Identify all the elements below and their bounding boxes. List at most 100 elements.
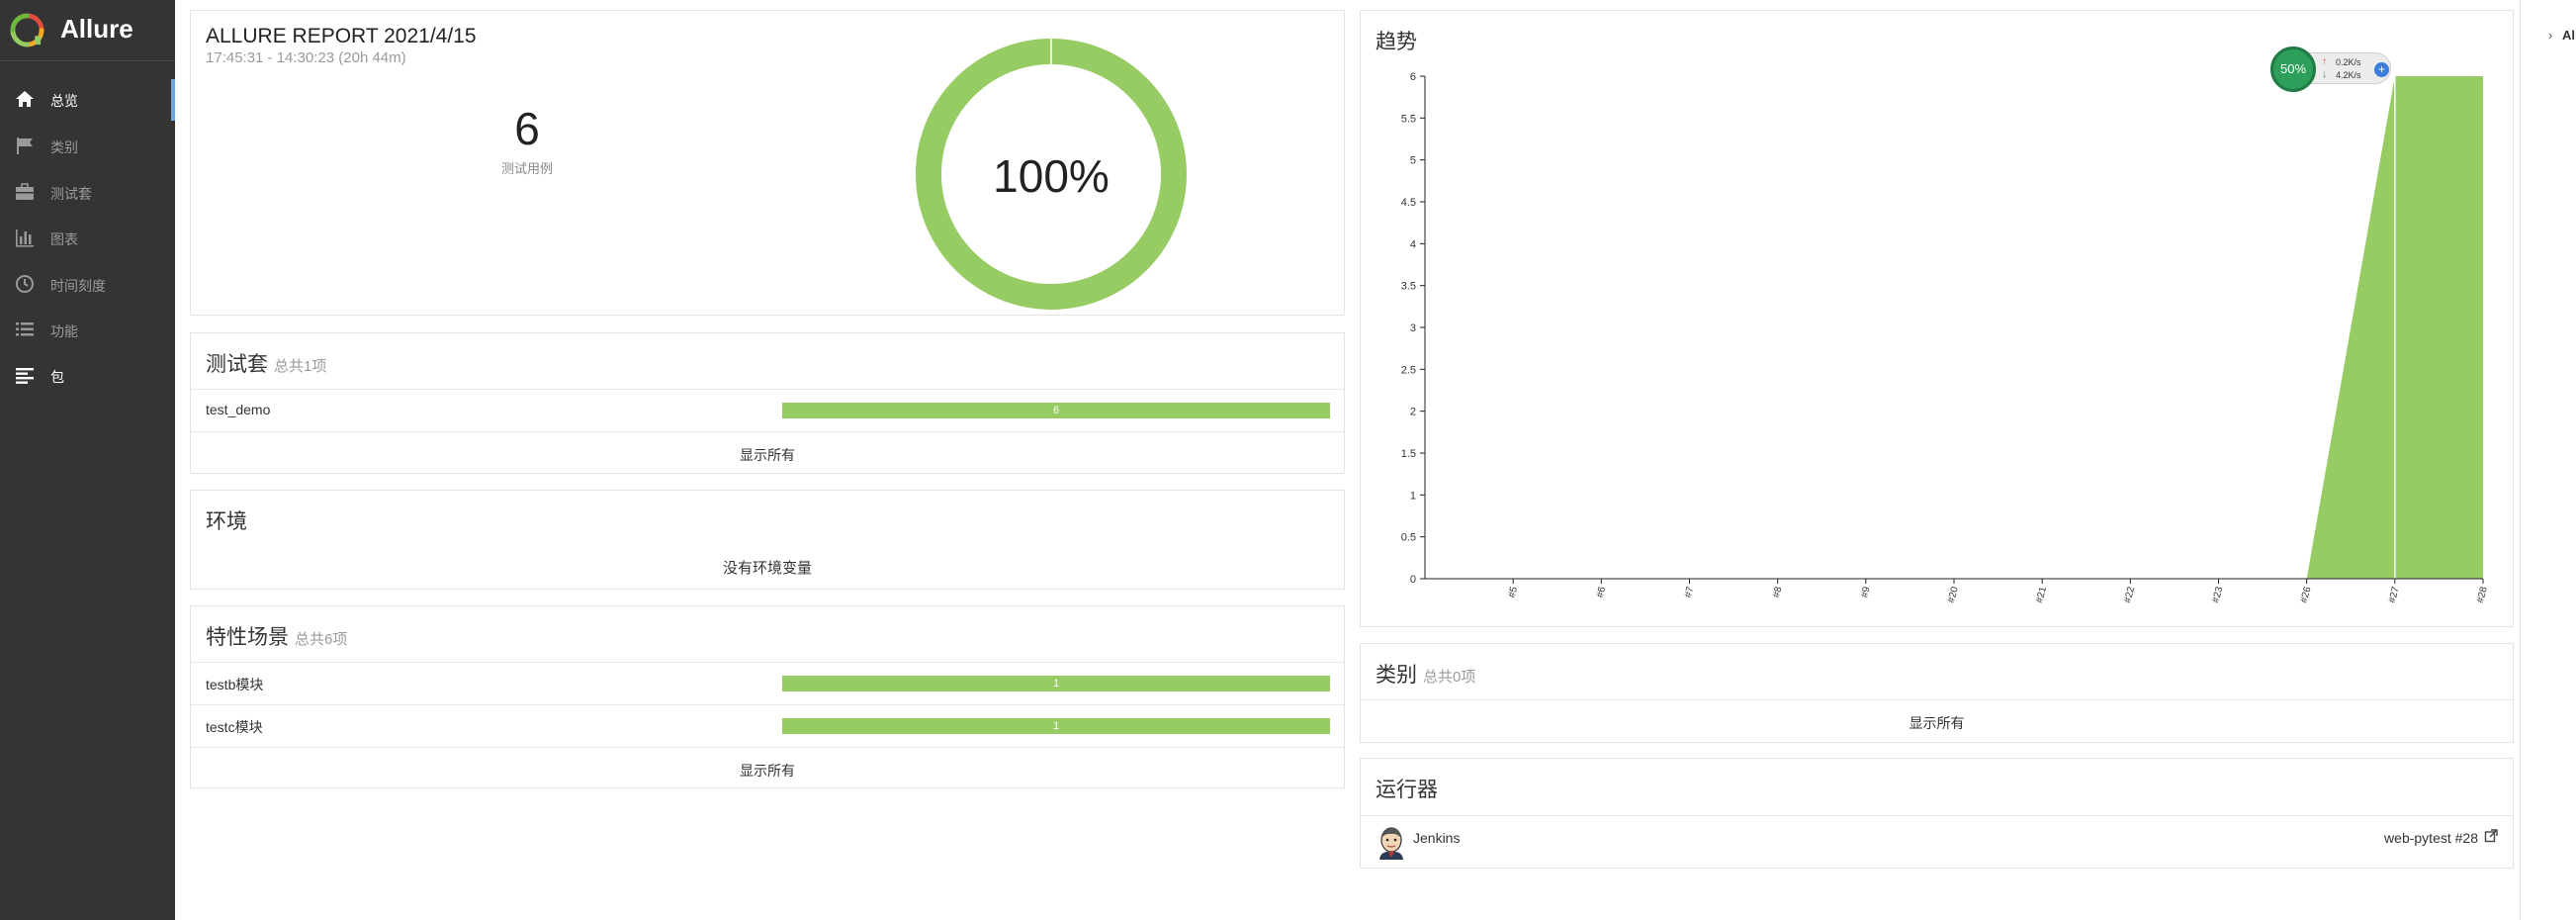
network-speed-widget[interactable]: 50% ↑ 0.2K/s ↓ 4.2K/s + xyxy=(2270,46,2395,92)
trend-y-tick-label: 1.5 xyxy=(1401,448,1416,460)
features-title: 特性场景 总共6项 xyxy=(206,626,348,649)
collapsed-side-pane[interactable]: › Al xyxy=(2520,0,2576,920)
feature-bar[interactable]: 1 xyxy=(782,676,1330,691)
flag-icon xyxy=(17,138,33,154)
trend-y-tick-label: 2.5 xyxy=(1401,364,1416,376)
summary-widget: ALLURE REPORT 2021/4/15 17:45:31 - 14:30… xyxy=(190,10,1345,316)
brand-title: Allure xyxy=(60,14,133,44)
trend-y-tick-label: 4 xyxy=(1410,238,1416,250)
trend-x-tick-label: #8 xyxy=(1771,586,1785,599)
executors-widget: 运行器 Jenkins web-pytest #28 xyxy=(1360,758,2514,869)
bar-chart-icon xyxy=(16,230,34,247)
trend-y-tick-label: 1 xyxy=(1410,490,1416,502)
trend-y-tick-label: 5.5 xyxy=(1401,113,1416,125)
sidebar-item-label: 总览 xyxy=(50,93,78,109)
network-percent-badge: 50% xyxy=(2270,46,2316,92)
clock-icon xyxy=(16,275,34,293)
executor-name: Jenkins xyxy=(1413,830,1461,846)
trend-y-tick-label: 5 xyxy=(1410,155,1416,167)
align-left-icon xyxy=(16,368,34,384)
home-icon xyxy=(16,91,34,107)
jenkins-avatar-icon xyxy=(1379,827,1403,860)
list-icon xyxy=(16,322,34,336)
divider xyxy=(191,747,1344,748)
trend-y-tick-label: 0 xyxy=(1410,574,1416,586)
environment-title: 环境 xyxy=(206,510,247,533)
upload-speed: 0.2K/s xyxy=(2336,57,2361,67)
sidebar-item-label: 图表 xyxy=(50,231,78,247)
trend-x-tick-label: #6 xyxy=(1595,586,1609,599)
divider xyxy=(1361,699,2513,700)
trend-y-tick-label: 6 xyxy=(1410,71,1416,83)
download-arrow-icon: ↓ xyxy=(2322,69,2327,80)
suite-name: test_demo xyxy=(206,402,271,417)
environment-empty-text: 没有环境变量 xyxy=(722,560,812,577)
allure-logo-icon xyxy=(10,13,44,47)
suite-bar[interactable]: 6 xyxy=(782,403,1330,418)
trend-x-tick-label: #7 xyxy=(1683,586,1697,599)
features-count: 总共6项 xyxy=(295,631,348,648)
feature-row[interactable]: testb模块 1 xyxy=(191,663,1344,704)
divider xyxy=(191,431,1344,432)
features-show-all-link[interactable]: 显示所有 xyxy=(191,761,1344,781)
network-percent: 50% xyxy=(2279,61,2307,76)
environment-widget: 环境 没有环境变量 xyxy=(190,490,1345,590)
suite-row[interactable]: test_demo 6 xyxy=(191,390,1344,431)
sidebar-item-label: 测试套 xyxy=(50,186,92,202)
trend-chart: 0 0.5 1 1.5 2 2.5 3 3.5 4 4.5 5 5.5 6 #5 #6 #7 #8 #9 #20 #2… xyxy=(1401,71,2490,604)
executor-row[interactable]: Jenkins web-pytest #28 xyxy=(1361,816,2513,868)
trend-x-tick-label: #26 xyxy=(2299,586,2314,604)
trend-x-tick-label: #5 xyxy=(1507,586,1521,599)
sidebar-item-label: 类别 xyxy=(50,139,78,155)
suites-title: 测试套 总共1项 xyxy=(206,353,327,376)
sidebar-item-label: 时间刻度 xyxy=(50,278,106,294)
categories-widget: 类别 总共0项 显示所有 xyxy=(1360,643,2514,743)
trend-x-tick-label: #22 xyxy=(2122,586,2137,604)
trend-x-tick-label: #9 xyxy=(1859,586,1873,599)
suites-count: 总共1项 xyxy=(274,358,327,375)
features-widget: 特性场景 总共6项 testb模块 1 testc模块 1 显示所有 xyxy=(190,605,1345,788)
upload-arrow-icon: ↑ xyxy=(2322,56,2327,67)
test-count-label: 测试用例 xyxy=(500,161,553,176)
trend-x-tick-label: #23 xyxy=(2210,586,2225,604)
sidebar-item-behaviors[interactable]: 功能 xyxy=(0,309,175,352)
feature-bar[interactable]: 1 xyxy=(782,718,1330,734)
success-percent: 100% xyxy=(993,150,1110,202)
trend-y-tick-label: 0.5 xyxy=(1401,532,1416,544)
brand[interactable]: Allure xyxy=(0,0,175,61)
executors-title: 运行器 xyxy=(1376,779,1438,801)
trend-area xyxy=(1425,76,2483,579)
external-link-icon[interactable] xyxy=(2484,829,2498,843)
test-count: 6 xyxy=(514,103,540,154)
feature-row[interactable]: testc模块 1 xyxy=(191,705,1344,747)
trend-x-tick-label: #27 xyxy=(2387,586,2402,604)
sidebar-item-timeline[interactable]: 时间刻度 xyxy=(0,263,175,307)
feature-name: testc模块 xyxy=(206,719,263,735)
sidebar-item-packages[interactable]: 包 xyxy=(0,354,175,398)
trend-x-tick-label: #28 xyxy=(2475,586,2490,604)
network-expand-icon[interactable]: + xyxy=(2374,62,2389,77)
report-title: ALLURE REPORT 2021/4/15 xyxy=(206,25,477,47)
trend-y-tick-label: 3 xyxy=(1410,322,1416,334)
trend-x-tick-label: #20 xyxy=(1946,586,1961,604)
briefcase-icon xyxy=(16,183,34,200)
sidebar-item-graphs[interactable]: 图表 xyxy=(0,217,175,260)
suites-widget: 测试套 总共1项 test_demo 6 显示所有 xyxy=(190,332,1345,474)
sidebar-item-label: 功能 xyxy=(50,323,78,339)
sidebar-item-suites[interactable]: 测试套 xyxy=(0,171,175,215)
chevron-right-icon[interactable]: › xyxy=(2548,28,2552,43)
suites-show-all-link[interactable]: 显示所有 xyxy=(191,445,1344,465)
categories-show-all-link[interactable]: 显示所有 xyxy=(1361,713,2513,733)
sidebar-item-categories[interactable]: 类别 xyxy=(0,125,175,168)
trend-x-tick-label: #21 xyxy=(2034,586,2049,604)
sidebar-item-overview[interactable]: 总览 xyxy=(0,78,175,122)
executor-build-link[interactable]: web-pytest #28 xyxy=(2384,830,2478,846)
trend-y-tick-label: 2 xyxy=(1410,407,1416,418)
sidebar-item-label: 包 xyxy=(50,369,64,385)
categories-count: 总共0项 xyxy=(1423,669,1476,686)
feature-name: testb模块 xyxy=(206,677,264,692)
trend-y-tick-label: 3.5 xyxy=(1401,281,1416,293)
side-pane-label: Al xyxy=(2562,28,2575,43)
download-speed: 4.2K/s xyxy=(2336,70,2361,80)
report-time-range: 17:45:31 - 14:30:23 (20h 44m) xyxy=(206,49,406,66)
